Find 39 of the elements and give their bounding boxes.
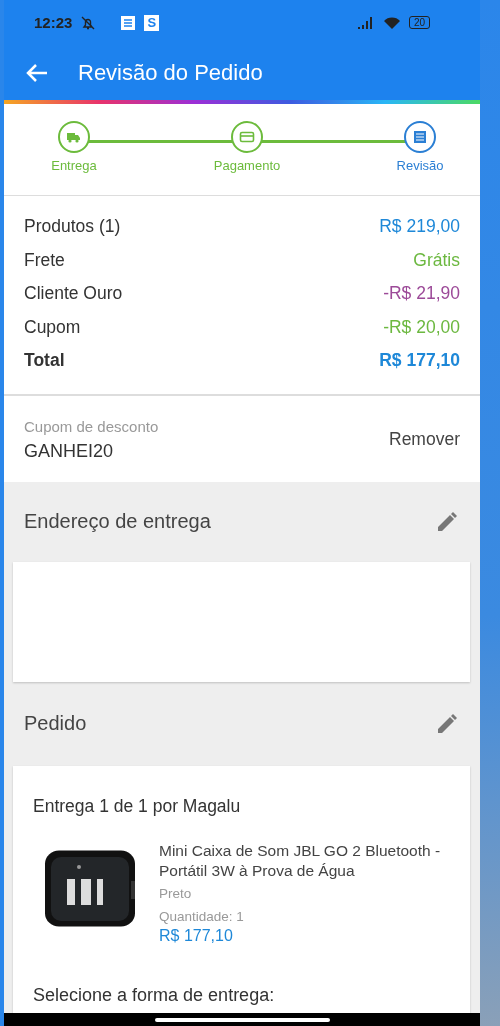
summary-value: R$ 177,10 bbox=[379, 349, 460, 372]
summary-label: Frete bbox=[24, 248, 65, 272]
product-price: R$ 177,10 bbox=[159, 926, 234, 945]
product-quantity: Quantidade: 1 bbox=[159, 907, 245, 926]
delivery-prompt: Selecione a forma de entrega: bbox=[33, 984, 276, 1006]
step-label: Revisão bbox=[396, 158, 444, 173]
summary-label: Produtos (1) bbox=[24, 215, 121, 238]
summary-label: Cliente Ouro bbox=[24, 282, 123, 305]
summary-value: R$ 219,00 bbox=[379, 215, 460, 238]
section-title: Endereço de entrega bbox=[24, 510, 211, 533]
shipment-title: Entrega 1 de 1 por Magalu bbox=[33, 795, 242, 817]
screen-title: Revisão do Pedido bbox=[78, 59, 263, 86]
product-name[interactable]: Mini Caixa de Som JBL GO 2 Bluetooth - Portátil 3W à Prova de Água bbox=[159, 840, 450, 881]
step-circle[interactable] bbox=[231, 121, 263, 153]
battery-level: 20 bbox=[408, 16, 430, 29]
product-variant: Preto bbox=[159, 884, 193, 903]
bell-off-icon bbox=[80, 14, 97, 31]
clock-time: 12:23 bbox=[34, 14, 73, 31]
summary-value: -R$ 21,90 bbox=[383, 282, 460, 305]
coupon-label: Cupom de desconto bbox=[24, 417, 159, 435]
section-title: Pedido bbox=[24, 712, 87, 735]
coupon-code: GANHEI20 bbox=[24, 440, 115, 462]
summary-label: Cupom bbox=[24, 315, 81, 339]
step-label: Pagamento bbox=[213, 158, 281, 173]
signal-icon bbox=[356, 15, 375, 30]
summary-value: Grátis bbox=[413, 248, 460, 272]
step-circle[interactable] bbox=[58, 121, 90, 153]
edit-icon bbox=[436, 712, 458, 735]
back-arrow-icon bbox=[26, 62, 48, 83]
summary-value: -R$ 20,00 bbox=[383, 315, 460, 339]
step-circle[interactable] bbox=[404, 121, 436, 153]
edit-icon bbox=[436, 510, 458, 533]
notes-icon bbox=[120, 14, 137, 31]
summary-label: Total bbox=[24, 349, 65, 372]
remove-button[interactable]: Remover bbox=[389, 429, 460, 450]
home-indicator[interactable] bbox=[154, 1017, 330, 1022]
step-label: Entrega bbox=[51, 158, 97, 173]
app-badge: S bbox=[144, 14, 160, 31]
wifi-icon bbox=[382, 15, 401, 30]
